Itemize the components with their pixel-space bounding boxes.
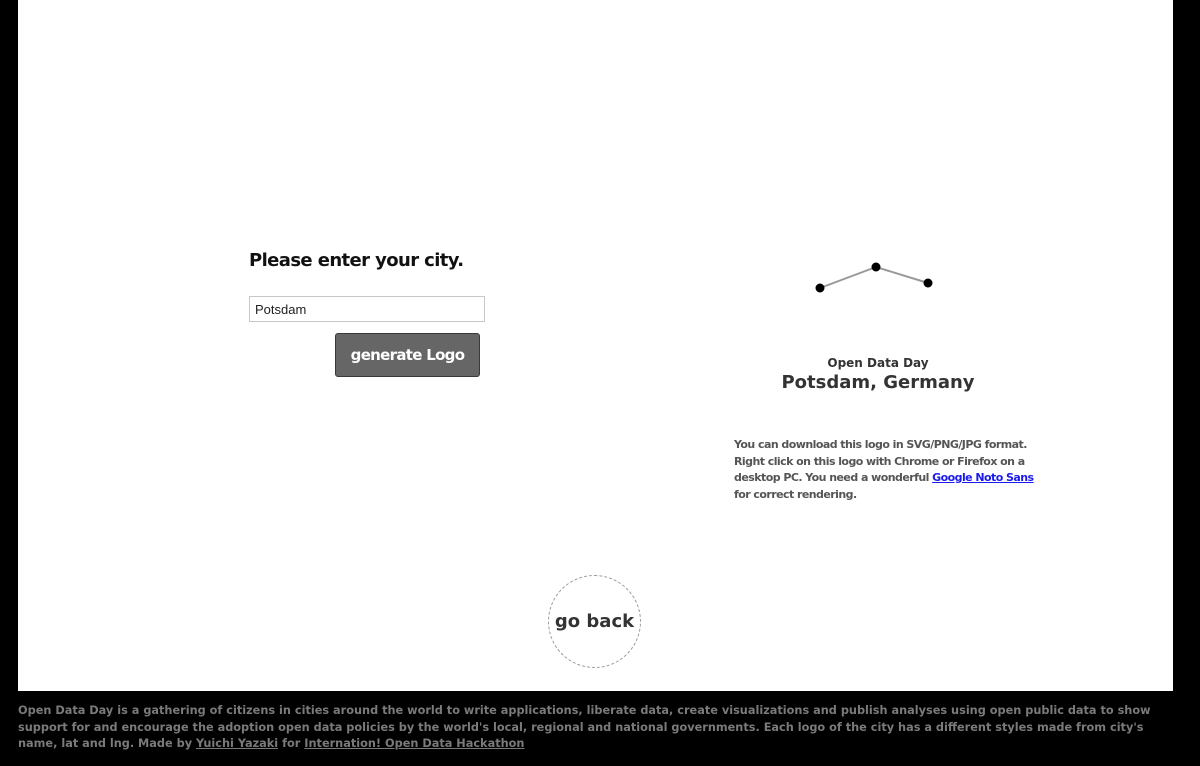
- logo-dot: [871, 262, 881, 272]
- author-link[interactable]: Yuichi Yazaki: [196, 737, 278, 750]
- go-back-label: go back: [554, 611, 635, 632]
- logo-dot: [815, 283, 825, 293]
- footer-description: Open Data Day is a gathering of citizens…: [18, 703, 1158, 753]
- logo-dot: [923, 278, 933, 288]
- hackathon-link[interactable]: Internation! Open Data Hackathon: [304, 737, 524, 750]
- download-note-text-end: for correct rendering.: [734, 487, 857, 501]
- city-input[interactable]: [249, 296, 485, 322]
- download-note: You can download this logo in SVG/PNG/JP…: [734, 437, 1050, 503]
- generate-logo-button[interactable]: generate Logo: [335, 333, 480, 377]
- city-logo-graphic[interactable]: [798, 250, 958, 310]
- logo-subtitle: Open Data Day: [827, 356, 929, 370]
- google-noto-sans-link[interactable]: Google Noto Sans: [932, 471, 1034, 484]
- footer-text: Open Data Day is a gathering of citizens…: [18, 704, 1151, 750]
- logo-city-name: Potsdam, Germany: [781, 372, 975, 393]
- city-prompt-heading: Please enter your city.: [249, 250, 464, 271]
- go-back-button[interactable]: go back: [548, 575, 641, 668]
- footer-text-for: for: [278, 737, 305, 750]
- main-panel: Please enter your city. generate Logo Op…: [18, 0, 1173, 691]
